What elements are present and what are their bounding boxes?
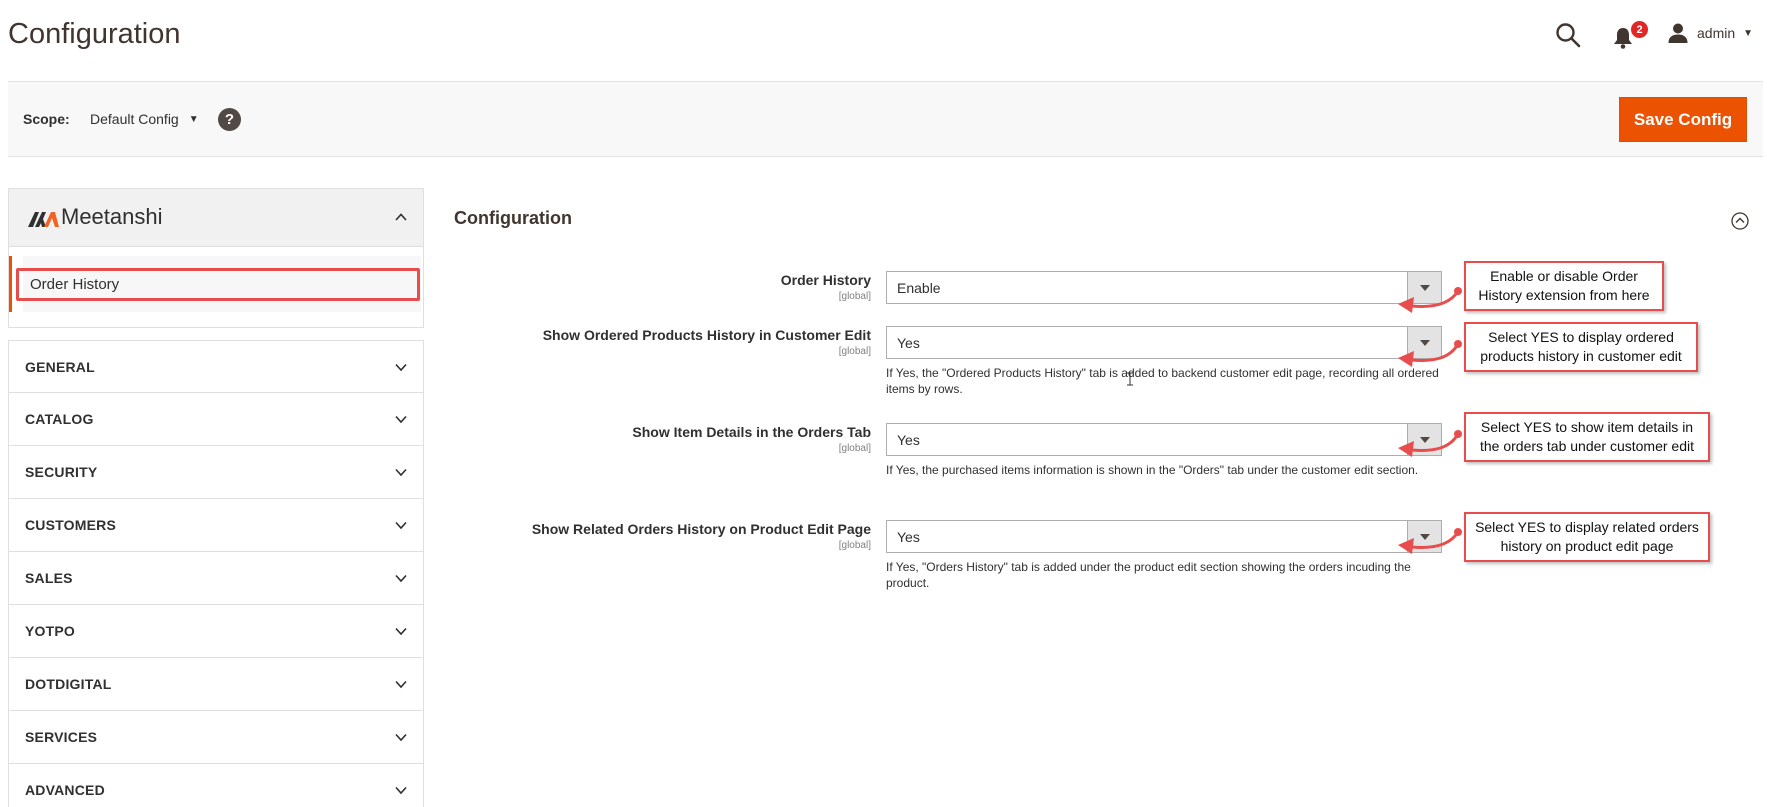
sidebar-section-label: ADVANCED [25, 782, 105, 798]
chevron-down-icon [395, 468, 407, 477]
sidebar-section-yotpo[interactable]: YOTPO [8, 605, 424, 658]
chevron-down-icon [395, 786, 407, 795]
field-label-ordered-products-history: Show Ordered Products History in Custome… [542, 327, 871, 343]
help-icon[interactable]: ? [218, 108, 241, 131]
caret-down-icon: ▼ [1743, 27, 1754, 39]
page-header: Configuration 2 admin ▼ [0, 0, 1767, 80]
annotation-arrow-icon [1398, 528, 1462, 554]
field-note: If Yes, the "Ordered Products History" t… [886, 366, 1439, 396]
section-title: Configuration [454, 208, 572, 228]
field-note: If Yes, the purchased items information … [886, 463, 1419, 477]
chevron-down-icon [395, 627, 407, 636]
annotation-arrow-icon [1398, 430, 1462, 457]
item-details-select[interactable]: Yes [886, 423, 1442, 456]
text-cursor-icon [1127, 372, 1133, 386]
sidebar-section-label: GENERAL [25, 359, 95, 375]
chevron-up-icon [395, 213, 407, 221]
chevron-down-icon [395, 574, 407, 583]
caret-down-icon: ▼ [188, 113, 199, 125]
chevron-down-icon [395, 415, 407, 424]
sidebar-section-services[interactable]: SERVICES [8, 711, 424, 764]
admin-account-menu[interactable]: admin ▼ [1667, 20, 1753, 46]
annotation-callout: Select YES to display related orders his… [1464, 512, 1710, 562]
sidebar-section-label: CUSTOMERS [25, 517, 116, 533]
collapse-circle-icon[interactable] [1731, 212, 1749, 230]
user-icon [1668, 23, 1688, 43]
sidebar-group-meetanshi[interactable]: Meetanshi [8, 188, 424, 247]
chevron-down-icon [395, 363, 407, 372]
chevron-down-icon [395, 733, 407, 742]
annotation-arrow-icon [1398, 287, 1462, 313]
select-value: Yes [897, 432, 920, 448]
select-value: Yes [897, 335, 920, 351]
chevron-down-icon [395, 680, 407, 689]
select-value: Yes [897, 529, 920, 545]
related-orders-history-select[interactable]: Yes [886, 520, 1442, 553]
sidebar-section-advanced[interactable]: ADVANCED [8, 764, 424, 807]
field-label-item-details: Show Item Details in the Orders Tab [632, 424, 871, 440]
scope-bar: Scope: Default Config ▼ ? Save Config [8, 81, 1763, 157]
annotation-callout: Enable or disable Order History extensio… [1464, 261, 1664, 311]
scope-label: Scope: [23, 111, 70, 127]
field-scope: [global] [838, 291, 871, 302]
sidebar-section-catalog[interactable]: CATALOG [8, 393, 424, 446]
search-icon[interactable] [1555, 22, 1581, 48]
chevron-down-icon [395, 521, 407, 530]
scope-switcher[interactable]: Default Config ▼ [90, 111, 199, 127]
scope-selected-value: Default Config [90, 111, 179, 127]
sidebar-section-general[interactable]: GENERAL [8, 340, 424, 393]
field-note: If Yes, "Orders History" tab is added un… [886, 560, 1411, 590]
sidebar-section-label: SERVICES [25, 729, 98, 745]
sidebar-section-label: SECURITY [25, 464, 98, 480]
field-scope: [global] [838, 540, 871, 551]
sidebar-section-label: CATALOG [25, 411, 94, 427]
sidebar-section-sales[interactable]: SALES [8, 552, 424, 605]
annotation-callout: Select YES to display ordered products h… [1464, 322, 1698, 372]
sidebar-section-label: SALES [25, 570, 73, 586]
brand-name: Meetanshi [61, 204, 163, 229]
annotation-arrow-icon [1398, 340, 1462, 367]
select-value: Enable [897, 280, 941, 296]
active-indicator [9, 256, 12, 312]
meetanshi-logo-icon [28, 212, 59, 227]
save-config-button[interactable]: Save Config [1619, 97, 1747, 142]
annotation-callout: Select YES to show item details in the o… [1464, 412, 1710, 462]
annotation-highlight-box [16, 268, 420, 301]
notifications-button[interactable]: 2 [1612, 20, 1649, 52]
field-label-related-orders-history: Show Related Orders History on Product E… [531, 521, 871, 537]
sidebar-section-customers[interactable]: CUSTOMERS [8, 499, 424, 552]
ordered-products-history-select[interactable]: Yes [886, 326, 1442, 359]
order-history-select[interactable]: Enable [886, 271, 1442, 304]
field-label-order-history: Order History [780, 272, 871, 288]
sidebar-section-label: DOTDIGITAL [25, 676, 112, 692]
sidebar-section-dotdigital[interactable]: DOTDIGITAL [8, 658, 424, 711]
page-title: Configuration [8, 18, 181, 50]
admin-name: admin [1697, 25, 1736, 41]
notification-badge: 2 [1630, 20, 1649, 39]
sidebar-section-label: YOTPO [25, 623, 76, 639]
field-scope: [global] [838, 443, 871, 454]
field-scope: [global] [838, 346, 871, 357]
sidebar-section-security[interactable]: SECURITY [8, 446, 424, 499]
